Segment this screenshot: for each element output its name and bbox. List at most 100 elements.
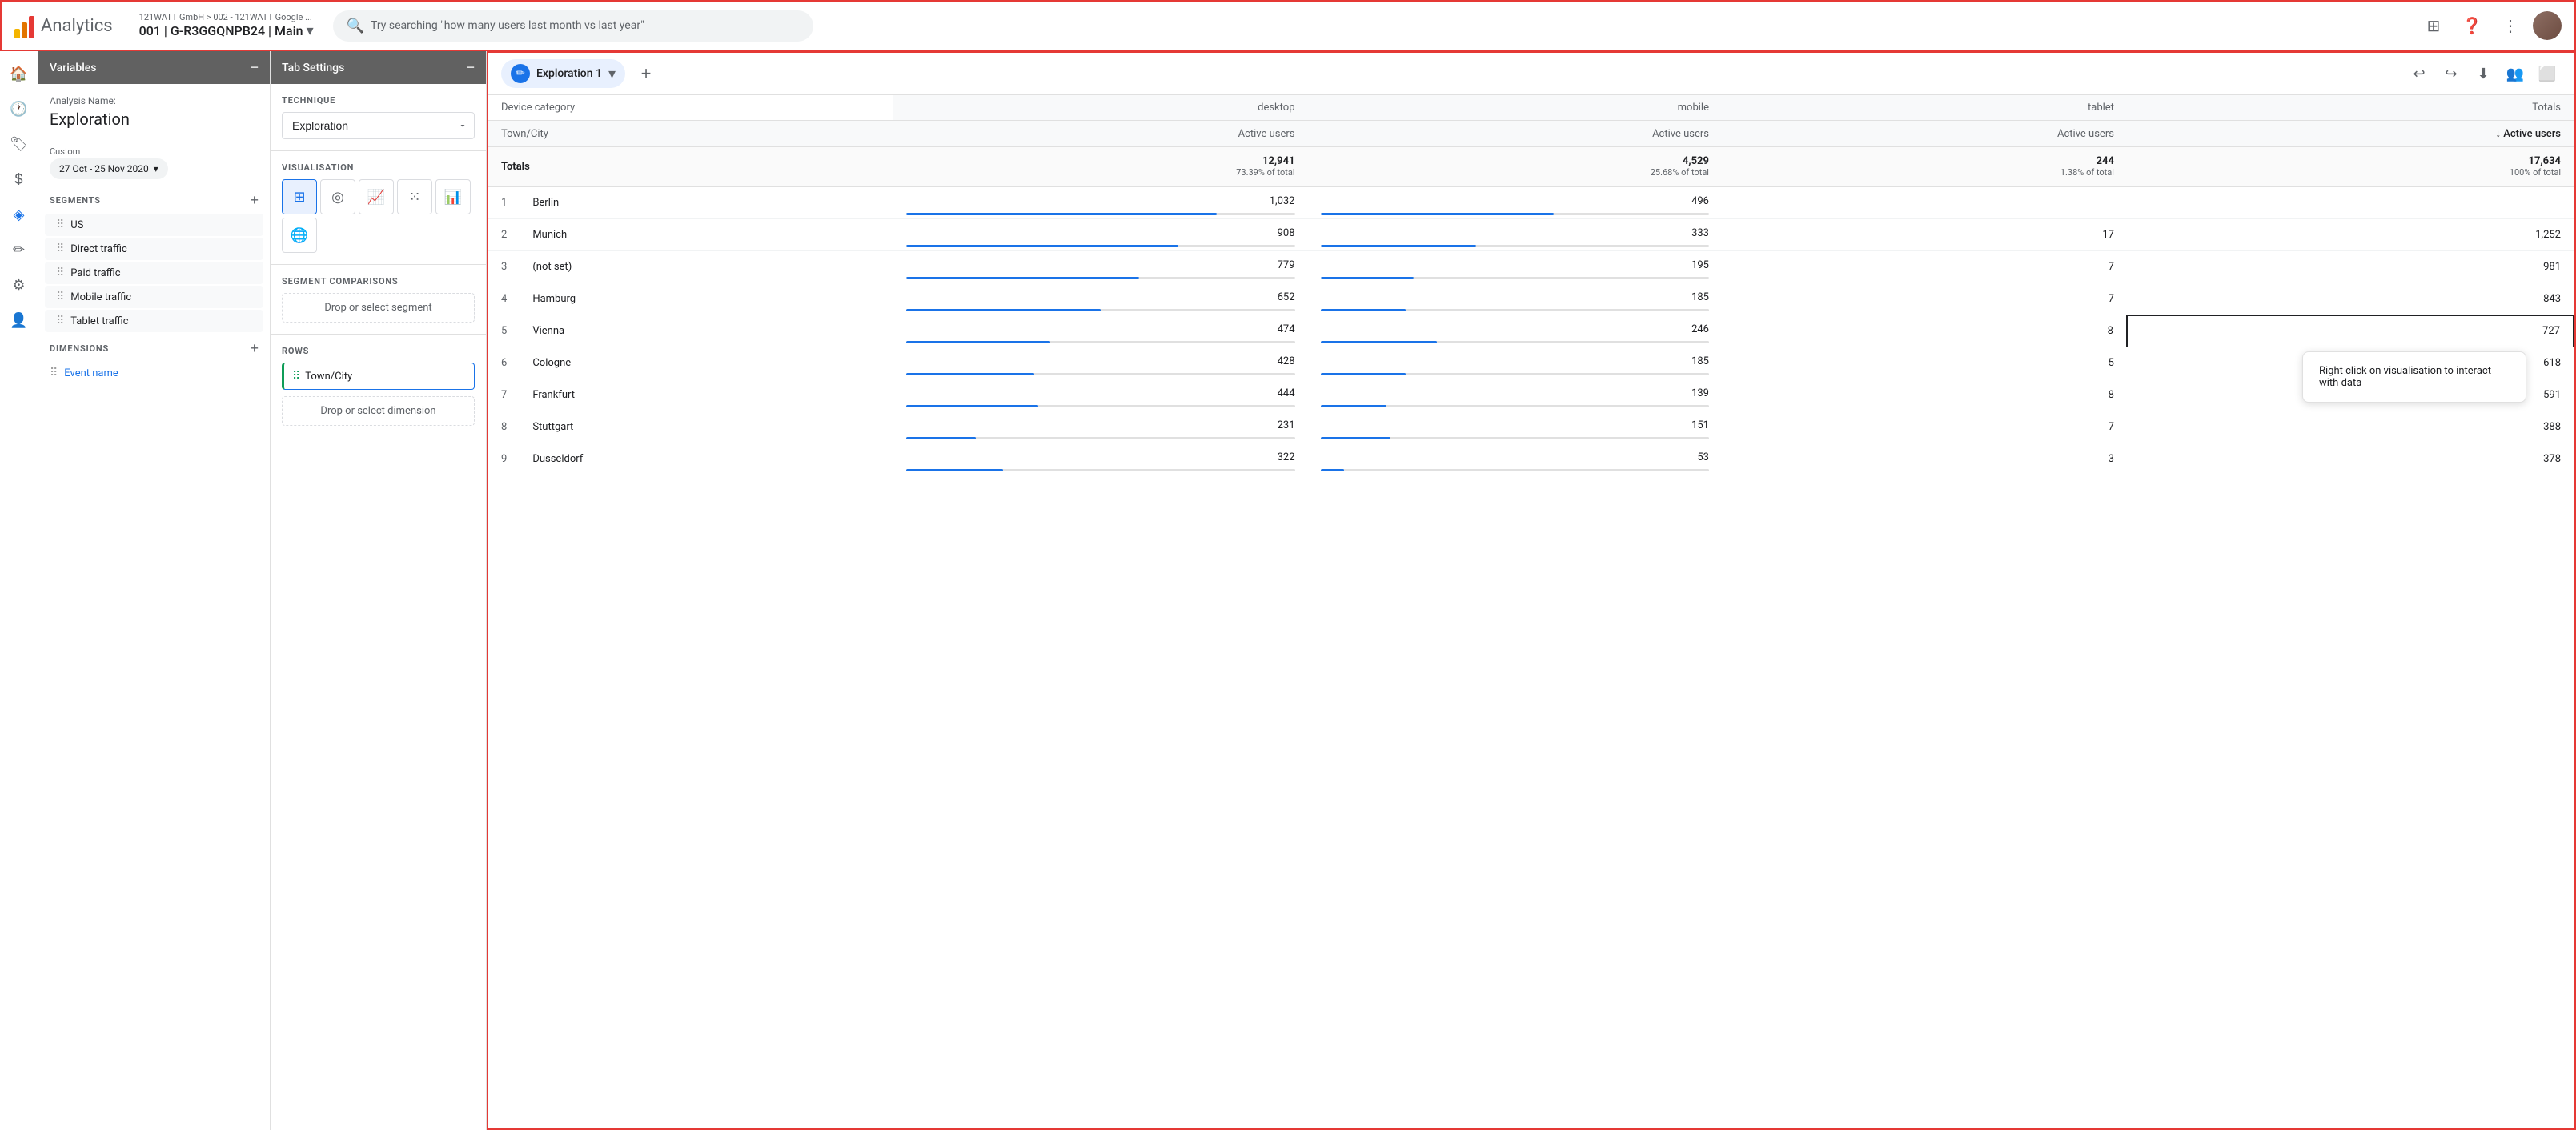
col-header-tablet: tablet	[1722, 95, 2127, 121]
nav-person-button[interactable]: 👤	[3, 304, 35, 336]
mobile-5: 246	[1308, 315, 1722, 347]
segment-item-us[interactable]: ⠿ US	[45, 214, 263, 236]
table-row[interactable]: 6 Cologne 428 185 5 618	[488, 347, 2574, 379]
dimension-event-name[interactable]: ⠿ Event name	[38, 362, 270, 384]
variables-panel-minimize[interactable]: −	[250, 59, 259, 76]
table-row[interactable]: 4 Hamburg 652 185 7 843	[488, 283, 2574, 315]
desktop-8: 231	[893, 411, 1307, 443]
vis-donut-button[interactable]: ◎	[320, 179, 355, 214]
logo-area: Analytics	[14, 13, 126, 38]
app-header: Analytics 121WATT GmbH > 002 - 121WATT G…	[0, 0, 2576, 51]
segment-item-tablet-traffic[interactable]: ⠿ Tablet traffic	[45, 310, 263, 332]
user-avatar[interactable]	[2533, 11, 2562, 40]
redo-button[interactable]: ↪	[2437, 59, 2466, 88]
visualisation-icons: ⊞ ◎ 📈 ⁙ 📊 🌐	[282, 179, 475, 253]
sub-col-totals-metric[interactable]: ↓ Active users	[2127, 121, 2574, 147]
total-3: 981	[2127, 251, 2574, 283]
tab-settings-panel: Tab Settings − TECHNIQUE Exploration VIS…	[271, 51, 487, 1130]
col-header-device-category: Device category	[488, 95, 893, 121]
nav-home-button[interactable]: 🏠	[3, 58, 35, 90]
segment-item-mobile-traffic[interactable]: ⠿ Mobile traffic	[45, 286, 263, 308]
city-1: Berlin	[520, 186, 893, 219]
left-nav: 🏠 🕐 🏷 $ ◈ ✏ ⚙ 👤	[0, 51, 38, 1130]
technique-select[interactable]: Exploration	[282, 112, 475, 139]
table-row[interactable]: 3 (not set) 779 195 7 981	[488, 251, 2574, 283]
header-actions: ⊞ ❓ ⋮	[2418, 10, 2562, 42]
segment-label-us: US	[70, 219, 83, 231]
desktop-3: 779	[893, 251, 1307, 283]
add-segment-button[interactable]: +	[250, 192, 259, 209]
help-button[interactable]: ❓	[2456, 10, 2488, 42]
row-num-8: 8	[488, 411, 520, 443]
more-options-button[interactable]: ⋮	[2494, 10, 2526, 42]
vis-map-button[interactable]: 🌐	[282, 218, 317, 253]
segment-drop-zone[interactable]: Drop or select segment	[282, 293, 475, 323]
search-placeholder: Try searching "how many users last month…	[371, 19, 644, 32]
mobile-1: 496	[1308, 186, 1722, 219]
row-chip-town-city[interactable]: ⠿ Town/City	[282, 363, 475, 390]
apps-grid-button[interactable]: ⊞	[2418, 10, 2450, 42]
add-dimension-button[interactable]: +	[250, 340, 259, 357]
city-5: Vienna	[520, 315, 893, 347]
account-selector[interactable]: 121WATT GmbH > 002 - 121WATT Google ... …	[139, 12, 314, 39]
vis-table-button[interactable]: ⊞	[282, 179, 317, 214]
search-bar[interactable]: 🔍 Try searching "how many users last mon…	[333, 10, 813, 42]
row-num-5: 5	[488, 315, 520, 347]
rows-label: ROWS	[282, 346, 475, 356]
table-row[interactable]: 8 Stuttgart 231 151 7 388	[488, 411, 2574, 443]
vis-line-button[interactable]: 📈	[359, 179, 394, 214]
exploration-tab-dropdown[interactable]: ▾	[608, 66, 616, 82]
exploration-tab-name: Exploration 1	[536, 67, 602, 80]
sub-col-desktop-metric[interactable]: Active users	[893, 121, 1307, 147]
city-8: Stuttgart	[520, 411, 893, 443]
segments-title: SEGMENTS	[50, 195, 101, 206]
drag-handle-us: ⠿	[56, 218, 64, 231]
segment-label-paid: Paid traffic	[70, 267, 120, 279]
tab-settings-minimize[interactable]: −	[466, 59, 475, 76]
dimension-drop-zone[interactable]: Drop or select dimension	[282, 396, 475, 426]
analysis-label: Analysis Name:	[50, 95, 259, 106]
variables-panel-header: Variables −	[38, 51, 270, 84]
visualisation-section: VISUALISATION ⊞ ◎ 📈 ⁙ 📊 🌐	[271, 150, 486, 264]
sub-col-row-dim: Town/City	[488, 121, 893, 147]
segment-item-direct-traffic[interactable]: ⠿ Direct traffic	[45, 238, 263, 260]
download-button[interactable]: ⬇	[2469, 59, 2498, 88]
nav-clock-button[interactable]: 🕐	[3, 93, 35, 125]
vis-scatter-button[interactable]: ⁙	[397, 179, 432, 214]
table-row[interactable]: 5 Vienna 474 246 8 727	[488, 315, 2574, 347]
account-name[interactable]: 001 | G-R3GGQNPB24 | Main ▾	[139, 22, 314, 39]
dimension-event-label: Event name	[64, 367, 118, 379]
segment-item-paid-traffic[interactable]: ⠿ Paid traffic	[45, 262, 263, 284]
date-range-chip[interactable]: 27 Oct - 25 Nov 2020 ▾	[50, 158, 168, 179]
tablet-8: 7	[1722, 411, 2127, 443]
nav-settings-button[interactable]: ⚙	[3, 269, 35, 301]
segments-section-header: SEGMENTS +	[38, 186, 270, 212]
sub-col-tablet-metric[interactable]: Active users	[1722, 121, 2127, 147]
add-tab-button[interactable]: +	[632, 59, 660, 88]
row-num-1: 1	[488, 186, 520, 219]
nav-pencil-button[interactable]: ✏	[3, 234, 35, 266]
share-button[interactable]: 👥	[2501, 59, 2530, 88]
exploration-tab[interactable]: ✏ Exploration 1 ▾	[501, 59, 625, 88]
mobile-9: 53	[1308, 443, 1722, 475]
vis-bar-button[interactable]: 📊	[435, 179, 471, 214]
nav-dollar-button[interactable]: $	[3, 163, 35, 195]
tablet-4: 7	[1722, 283, 2127, 315]
export-button[interactable]: ⬜	[2533, 59, 2562, 88]
drag-handle-tablet: ⠿	[56, 315, 64, 327]
tablet-9: 3	[1722, 443, 2127, 475]
tablet-1	[1722, 186, 2127, 219]
mobile-8: 151	[1308, 411, 1722, 443]
drag-handle-mobile: ⠿	[56, 291, 64, 303]
table-row[interactable]: 7 Frankfurt 444 139 8 591	[488, 379, 2574, 411]
nav-explore-button[interactable]: ◈	[3, 198, 35, 230]
account-dropdown-arrow: ▾	[307, 22, 314, 39]
totals-mobile: 4,529 25.68% of total	[1308, 147, 1722, 187]
table-row[interactable]: 9 Dusseldorf 322 53 3 378	[488, 443, 2574, 475]
desktop-7: 444	[893, 379, 1307, 411]
nav-tag-button[interactable]: 🏷	[3, 128, 35, 160]
table-row[interactable]: 1 Berlin 1,032 496	[488, 186, 2574, 219]
sub-col-mobile-metric[interactable]: Active users	[1308, 121, 1722, 147]
table-row[interactable]: 2 Munich 908 333 17 1,252	[488, 219, 2574, 251]
undo-button[interactable]: ↩	[2405, 59, 2434, 88]
